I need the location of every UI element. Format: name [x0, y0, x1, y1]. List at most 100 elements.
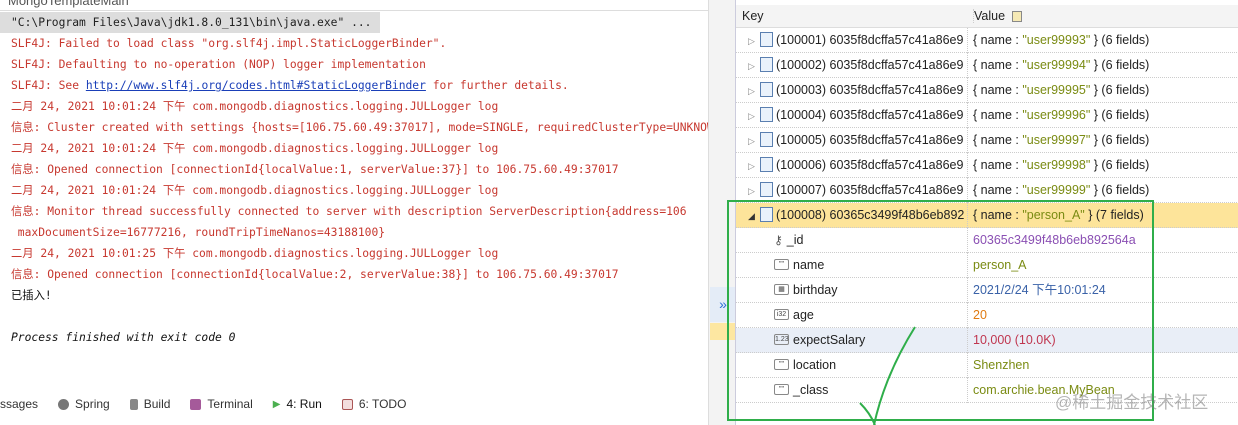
row-value: { name : "user99995" } (6 fields) — [973, 83, 1150, 97]
row-key: (100005) 6035f8dcffa57c41a86e9 — [776, 133, 964, 147]
type-icon: i32 — [774, 309, 789, 321]
console-panel: MongoTemplateMain "C:\Program Files\Java… — [0, 0, 708, 425]
tab-label: 4: Run — [286, 397, 322, 411]
document-row[interactable]: ▷ (100006) 6035f8dcffa57c41a86e9 { name : … — [736, 153, 1238, 178]
document-grid[interactable]: Key Value ▷ (100001) 6035f8dcffa57c41a86e… — [735, 0, 1238, 425]
console-line: 信息: Cluster created with settings {hosts… — [11, 121, 708, 134]
field-row-id[interactable]: ⚷ _id 60365c3499f48b6eb892564a — [736, 228, 1238, 253]
type-icon: 1.23 — [774, 334, 789, 346]
calendar-icon: ▦ — [774, 284, 789, 296]
console-line: 信息: Monitor thread successfully connecte… — [11, 205, 687, 218]
document-icon — [760, 32, 773, 48]
document-icon — [760, 132, 773, 148]
console-blank — [0, 306, 708, 327]
field-value[interactable]: Shenzhen — [973, 353, 1029, 378]
field-name: expectSalary — [793, 333, 866, 347]
document-icon — [760, 207, 773, 223]
document-icon — [760, 82, 773, 98]
console-line: 信息: Opened connection [connectionId{loca… — [11, 268, 619, 281]
value-column-header[interactable]: Value — [973, 9, 1022, 23]
field-name: name — [793, 258, 825, 272]
document-row[interactable]: ▷ (100002) 6035f8dcffa57c41a86e9 { name : … — [736, 53, 1238, 78]
field-name: age — [793, 308, 814, 322]
field-value[interactable]: 2021/2/24 下午10:01:24 — [973, 278, 1106, 303]
field-row-expectSalary[interactable]: 1.23 expectSalary 10,000 (10.0K) — [736, 328, 1238, 353]
console-inserted: 已插入! — [11, 289, 52, 302]
console-line: 二月 24, 2021 10:01:25 下午 com.mongodb.diag… — [11, 247, 499, 260]
tab-spring[interactable]: Spring — [58, 397, 110, 411]
expand-icon[interactable]: ▷ — [748, 79, 758, 103]
field-name: birthday — [793, 283, 838, 297]
row-value: { name : "user99996" } (6 fields) — [973, 108, 1150, 122]
edit-icon[interactable] — [1011, 11, 1022, 23]
expand-icon[interactable]: ▷ — [748, 54, 758, 78]
row-value: { name : "user99997" } (6 fields) — [973, 133, 1150, 147]
console-line: 信息: Opened connection [connectionId{loca… — [11, 163, 619, 176]
tab-label: ssages — [0, 397, 39, 411]
collapse-icon[interactable]: ◢ — [748, 204, 758, 228]
document-icon — [760, 157, 773, 173]
row-key: (100007) 6035f8dcffa57c41a86e9 — [776, 183, 964, 197]
value-header-label: Value — [974, 9, 1006, 23]
tool-window-bar: ssages Spring Build Terminal ▶ 4: Run 6: … — [0, 393, 708, 415]
console-line: 二月 24, 2021 10:01:24 下午 com.mongodb.diag… — [11, 142, 499, 155]
tab-terminal[interactable]: Terminal — [190, 397, 253, 411]
document-icon — [760, 182, 773, 198]
console-line: 二月 24, 2021 10:01:24 下午 com.mongodb.diag… — [11, 100, 499, 113]
slf4j-link[interactable]: http://www.slf4j.org/codes.html#StaticLo… — [86, 79, 426, 92]
console-line: SLF4J: Failed to load class "org.slf4j.i… — [11, 37, 447, 50]
tab-messages[interactable]: ssages — [0, 397, 38, 411]
field-row-birthday[interactable]: ▦ birthday 2021/2/24 下午10:01:24 — [736, 278, 1238, 303]
document-row[interactable]: ▷ (100005) 6035f8dcffa57c41a86e9 { name : … — [736, 128, 1238, 153]
row-key: (100006) 6035f8dcffa57c41a86e9 — [776, 158, 964, 172]
row-value: { name : "user99999" } (6 fields) — [973, 183, 1150, 197]
tab-label: Build — [143, 397, 171, 411]
todo-icon — [341, 398, 353, 410]
document-icon — [760, 107, 773, 123]
field-row-age[interactable]: i32 age 20 — [736, 303, 1238, 328]
build-icon — [129, 398, 138, 410]
tab-label: Spring — [75, 397, 110, 411]
console-command-line: "C:\Program Files\Java\jdk1.8.0_131\bin\… — [0, 12, 380, 33]
expand-icon[interactable]: ▷ — [748, 179, 758, 203]
console-line-slf4j-see: SLF4J: See http://www.slf4j.org/codes.ht… — [0, 75, 708, 96]
row-value: { name : "user99998" } (6 fields) — [973, 158, 1150, 172]
scroll-to-end-icon[interactable]: » — [710, 287, 736, 322]
document-row[interactable]: ▷ (100007) 6035f8dcffa57c41a86e9 { name : … — [736, 178, 1238, 203]
field-value[interactable]: person_A — [973, 253, 1027, 278]
field-row-name[interactable]: "" name person_A — [736, 253, 1238, 278]
spring-icon — [58, 398, 70, 410]
tab-todo[interactable]: 6: TODO — [341, 397, 406, 411]
expand-icon[interactable]: ▷ — [748, 154, 758, 178]
field-row-location[interactable]: "" location Shenzhen — [736, 353, 1238, 378]
field-value[interactable]: 60365c3499f48b6eb892564a — [973, 228, 1136, 253]
field-value[interactable]: 10,000 (10.0K) — [973, 328, 1056, 353]
row-key: (100004) 6035f8dcffa57c41a86e9 — [776, 108, 964, 122]
expand-icon[interactable]: ▷ — [748, 104, 758, 128]
type-icon: "" — [774, 384, 789, 396]
console-text: for further details. — [425, 79, 569, 92]
field-name: location — [793, 358, 837, 372]
console-line: SLF4J: Defaulting to no-operation (NOP) … — [11, 58, 426, 71]
expand-icon[interactable]: ▷ — [748, 129, 758, 153]
row-value: { name : "user99994" } (6 fields) — [973, 58, 1150, 72]
console-output[interactable]: "C:\Program Files\Java\jdk1.8.0_131\bin\… — [0, 12, 708, 348]
terminal-icon — [190, 398, 202, 410]
document-row[interactable]: ▷ (100003) 6035f8dcffa57c41a86e9 { name : … — [736, 78, 1238, 103]
console-text: SLF4J: See — [11, 79, 86, 92]
row-key: (100001) 6035f8dcffa57c41a86e9 — [776, 33, 964, 47]
selection-marker — [710, 323, 736, 340]
field-name: _class — [793, 383, 829, 397]
key-column-header[interactable]: Key — [742, 9, 764, 23]
document-icon — [760, 57, 773, 73]
run-tab-title[interactable]: MongoTemplateMain — [0, 0, 708, 11]
field-value[interactable]: 20 — [973, 303, 987, 328]
type-icon: "" — [774, 259, 789, 271]
tab-build[interactable]: Build — [129, 397, 171, 411]
watermark: @稀土掘金技术社区 — [1055, 393, 1209, 412]
document-row[interactable]: ▷ (100001) 6035f8dcffa57c41a86e9 { name : … — [736, 28, 1238, 53]
document-row-selected[interactable]: ◢ (100008) 60365c3499f48b6eb892 { name : "… — [736, 203, 1238, 228]
expand-icon[interactable]: ▷ — [748, 29, 758, 53]
document-row[interactable]: ▷ (100004) 6035f8dcffa57c41a86e9 { name : … — [736, 103, 1238, 128]
tab-run[interactable]: ▶ 4: Run — [273, 397, 322, 411]
